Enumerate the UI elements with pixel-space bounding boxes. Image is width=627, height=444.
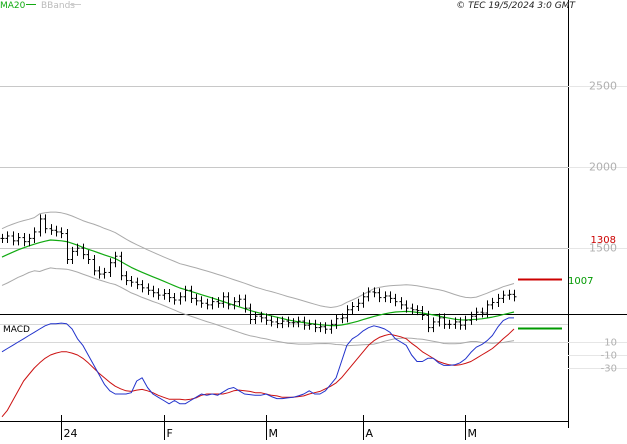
bband-lower-line [1,267,515,347]
macd-ytick-label: -10 [601,351,617,362]
bband-upper-line [1,211,515,308]
macd-panel-title: MACD [3,325,30,335]
macd-ytick-label: 10 [604,338,617,349]
x-tick-label: M [468,427,478,440]
support-label: 1007 [568,276,593,287]
ma20-line [1,239,515,327]
copyright-text: © TEC 19/5/2024 3:0 GMT [456,1,576,11]
x-tick-label: M [269,427,279,440]
x-tick-label: F [167,427,173,440]
x-tick-label: 24 [64,427,78,440]
x-tick-label: A [366,427,374,440]
macd-ytick-label: -30 [601,364,617,375]
resistance-label: 1308 [591,235,616,246]
chart-container: 2500 2000 1500 10 -10 -30 24 F M A M MA20 BBands ©… [0,0,627,440]
price-ytick-label: 2000 [589,161,617,174]
price-panel [0,13,568,313]
chart-svg: 25002000150010-10-3024 F M A M MA20 BBands ©… [0,0,627,440]
price-ytick-label: 2500 [589,80,617,93]
legend-bbands: BBands [41,1,75,11]
legend-ma20: MA20 [0,1,26,11]
